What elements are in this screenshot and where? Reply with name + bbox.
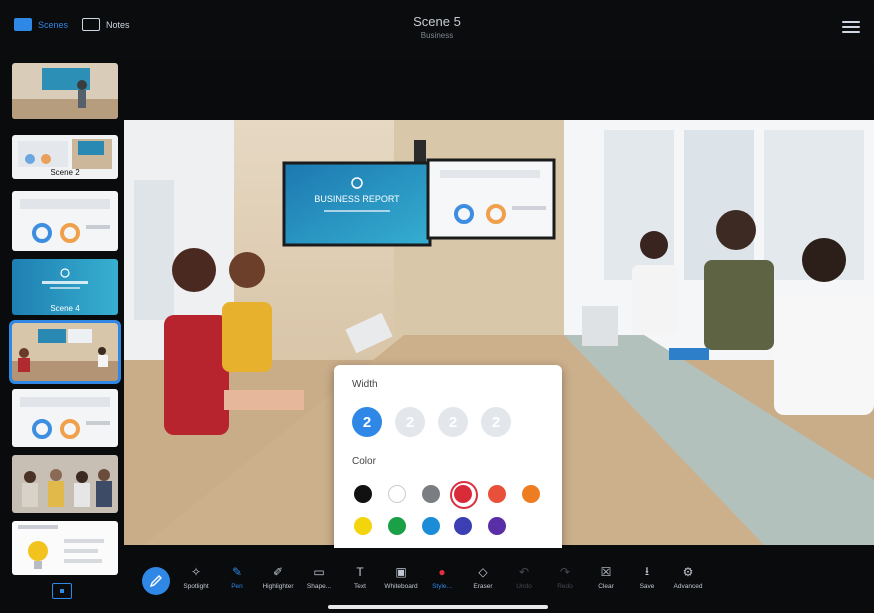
undo-icon: ↶ (518, 565, 530, 579)
pen-toggle-button[interactable] (142, 567, 170, 595)
width-option-2[interactable]: 2 (395, 407, 425, 437)
tool-label: Pen (231, 583, 243, 590)
scene-thumbnail-4[interactable]: Scene 4 (12, 259, 118, 315)
tool-label: Text (354, 583, 366, 590)
scene-title-block: Scene 5 Business (0, 14, 874, 40)
scene-thumbnail-7[interactable] (12, 455, 118, 513)
color-swatch-6[interactable] (522, 485, 540, 503)
width-option-3[interactable]: 2 (438, 407, 468, 437)
scene-sidebar: Scene 2 Scene 4 (0, 60, 124, 613)
pen-icon (149, 575, 162, 588)
add-icon (60, 589, 64, 593)
tool-label: Undo (516, 583, 532, 590)
add-scene-button[interactable] (52, 583, 72, 599)
pen-icon: ✎ (231, 565, 243, 579)
color-swatch-11[interactable] (488, 517, 506, 535)
scene-title: Scene 5 (413, 14, 461, 29)
tool-label: Shape... (306, 583, 332, 590)
color-swatch-1[interactable] (354, 485, 372, 503)
color-swatch-4[interactable] (450, 481, 478, 509)
tool-label: Style... (432, 583, 452, 590)
menu-icon[interactable] (842, 18, 860, 36)
tool-label: Highlighter (262, 583, 294, 590)
tool-label: Eraser (473, 583, 493, 590)
tool-label: Advanced (673, 583, 703, 590)
scene-caption-2: Scene 2 (50, 168, 80, 177)
tool-highlighter[interactable]: ✐ Highlighter (258, 565, 298, 590)
pen-style-popup: Width 2 2 2 2 Color (334, 365, 562, 555)
trash-icon: ☒ (600, 565, 612, 579)
width-option-1[interactable]: 2 (352, 407, 382, 437)
width-label: Width (352, 379, 378, 390)
style-icon: ● (438, 565, 446, 579)
tool-style[interactable]: ● Style... (422, 565, 462, 590)
color-swatch-5[interactable] (488, 485, 506, 503)
tool-label: Clear (598, 583, 614, 590)
advanced-icon: ⚙ (682, 565, 694, 579)
tool-label: Save (639, 583, 655, 590)
redo-icon: ↷ (559, 565, 571, 579)
scene-caption-4: Scene 4 (50, 304, 80, 313)
annotation-toolbar: ✧ Spotlight ✎ Pen ✐ Highlighter ▭ Shape... T Text… (124, 548, 874, 613)
color-swatch-7[interactable] (354, 517, 372, 535)
color-label: Color (352, 456, 376, 467)
scene-thumbnail-2[interactable]: Scene 2 (12, 135, 118, 179)
highlighter-icon: ✐ (272, 565, 284, 579)
tool-spotlight[interactable]: ✧ Spotlight (176, 565, 216, 590)
text-icon: T (356, 565, 364, 579)
tool-label: Whiteboard (384, 583, 418, 590)
scene-thumbnail-6[interactable] (12, 389, 118, 447)
scene-thumbnail-5[interactable] (9, 320, 121, 384)
tool-redo: ↷ Redo (545, 565, 585, 590)
tool-eraser[interactable]: ◇ Eraser (463, 565, 503, 590)
color-swatch-8[interactable] (388, 517, 406, 535)
scene-subtitle: Business (420, 31, 454, 40)
scene-thumbnail-1[interactable] (12, 63, 118, 119)
color-swatch-2[interactable] (388, 485, 406, 503)
top-bar: Scenes Notes Scene 5 Business (0, 0, 874, 60)
scene-thumbnail-8[interactable] (12, 521, 118, 575)
home-indicator (328, 605, 548, 609)
save-icon: ⭳ (644, 563, 650, 578)
tool-shape[interactable]: ▭ Shape... (299, 565, 339, 590)
screen-title: BUSINESS REPORT (314, 194, 400, 204)
tool-label: Spotlight (183, 583, 209, 590)
tool-text[interactable]: T Text (340, 565, 380, 590)
tool-save[interactable]: ⭳ Save (627, 563, 667, 591)
color-swatch-9[interactable] (422, 517, 440, 535)
color-swatch-10[interactable] (454, 517, 472, 535)
tool-advanced[interactable]: ⚙ Advanced (668, 565, 708, 590)
tool-trash[interactable]: ☒ Clear (586, 565, 626, 590)
eraser-icon: ◇ (478, 565, 488, 579)
width-option-4[interactable]: 2 (481, 407, 511, 437)
shape-icon: ▭ (313, 565, 325, 579)
tool-pen[interactable]: ✎ Pen (217, 565, 257, 590)
tool-label: Redo (557, 583, 573, 590)
spotlight-icon: ✧ (190, 565, 202, 579)
color-swatch-3[interactable] (422, 485, 440, 503)
tool-whiteboard[interactable]: ▣ Whiteboard (381, 565, 421, 590)
scene-thumbnail-3[interactable] (12, 191, 118, 251)
tool-undo: ↶ Undo (504, 565, 544, 590)
whiteboard-icon: ▣ (395, 565, 407, 579)
